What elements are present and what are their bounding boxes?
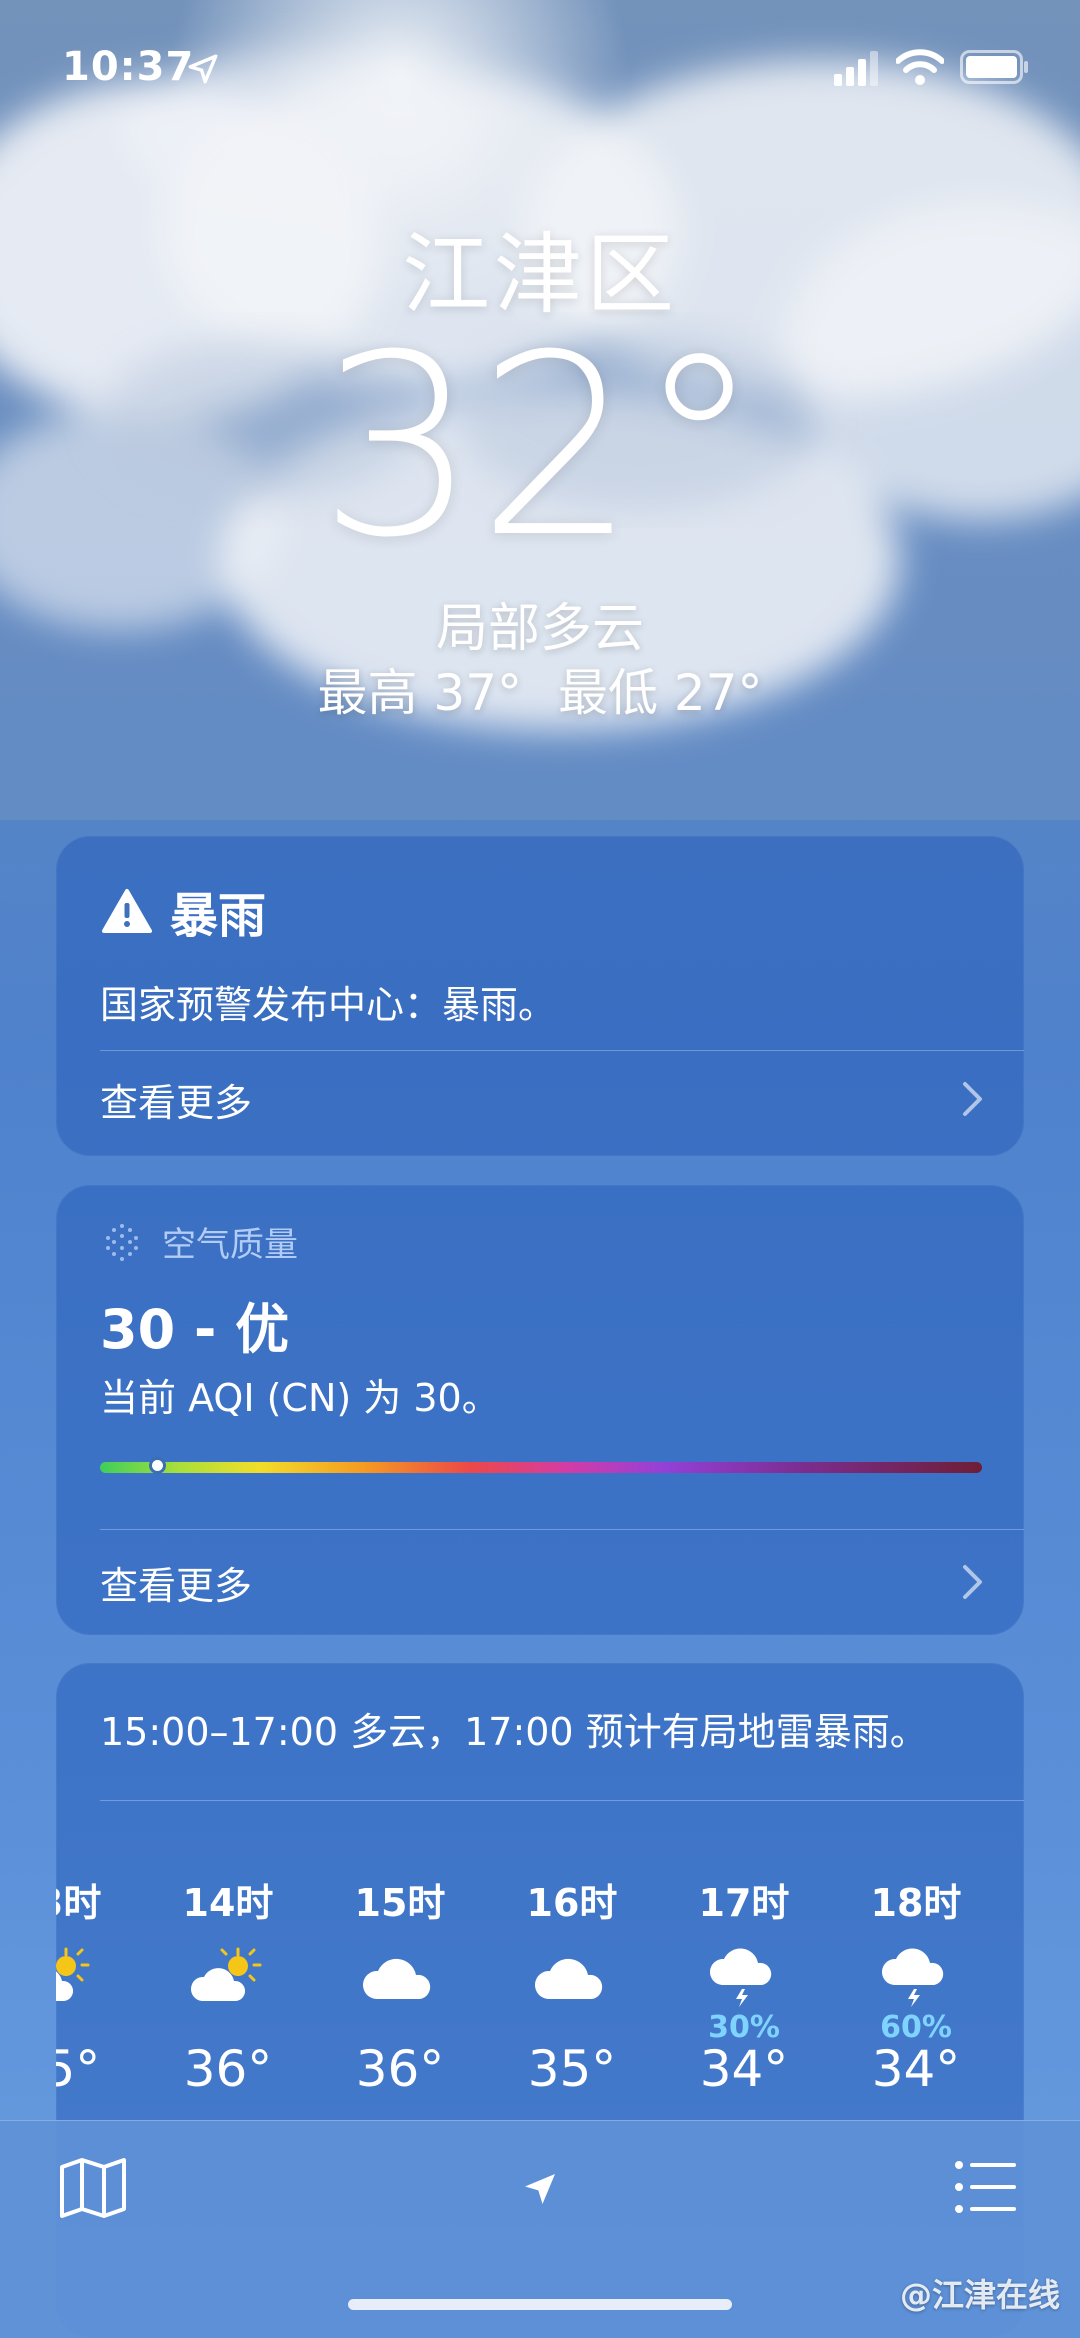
partly-sunny-icon [56,1933,96,2011]
alert-title: 暴雨 [102,876,266,946]
battery-icon [960,50,1028,84]
hour-label: 16时 [526,1881,618,1925]
watermark: @江津在线 [899,2276,1060,2314]
home-indicator[interactable] [348,2299,732,2310]
location-services-icon [188,54,218,84]
weather-alert-card[interactable]: 暴雨 国家预警发布中心：暴雨。 查看更多 [56,836,1024,1156]
bottom-toolbar: @江津在线 [0,2120,1080,2338]
hour-temp: 36° [183,2040,273,2098]
hour-icon-cell [56,1933,142,2033]
alert-see-more-row[interactable]: 查看更多 [100,1051,984,1147]
hour-label: 15时 [354,1881,446,1925]
alert-body: 国家预警发布中心：暴雨。 [100,983,557,1027]
hourly-item: 16时 35° [486,1873,658,2099]
partly-sunny-icon [188,1933,268,2011]
hour-temp: 34° [871,2040,961,2098]
hour-temp: 36° [355,2040,445,2098]
hourly-summary: 15:00–17:00 多云，17:00 预计有局地雷暴雨。 [100,1710,928,1754]
hour-label: 14时 [182,1881,274,1925]
hour-label: 17时 [698,1881,790,1925]
hour-icon-cell [486,1933,658,2033]
air-quality-card[interactable]: 空气质量 30 - 优 当前 AQI (CN) 为 30。 查看更多 [56,1185,1024,1635]
hour-icon-cell [142,1933,314,2033]
cellular-signal-icon [834,51,878,86]
hour-temp: 34° [699,2040,789,2098]
cloud-icon [532,1933,612,2011]
hour-label: 18时 [870,1881,962,1925]
hour-icon-cell: 60% [830,1933,1002,2045]
list-icon[interactable] [954,2159,1018,2215]
aqi-level-indicator [149,1457,167,1474]
thunderstorm-icon [704,1933,784,2011]
hour-icon-cell [314,1933,486,2033]
hour-temp: 35° [56,2040,101,2098]
condition-text: 局部多云 [435,599,644,659]
status-bar: 10:37 [0,0,1080,130]
chevron-right-icon [963,1565,982,1599]
hour-label: 13时 [56,1881,102,1925]
air-quality-header: 空气质量 [100,1217,298,1266]
status-time: 10:37 [62,44,195,90]
high-temp: 最高 37° [317,664,523,722]
aqi-see-more-row[interactable]: 查看更多 [100,1530,984,1634]
cloud-icon [360,1933,440,2011]
hourly-item: 13时 35° [56,1873,142,2099]
thunderstorm-icon [876,1933,956,2011]
hour-temp: 35° [527,2040,617,2098]
see-more-label: 查看更多 [100,1080,253,1125]
high-low-temps: 最高 37° 最低 27° [0,661,1080,725]
divider [100,1800,1024,1801]
current-temperature: 32° [318,301,762,592]
see-more-label: 查看更多 [100,1563,253,1608]
warning-icon [102,889,152,933]
location-arrow-icon[interactable] [520,2169,560,2209]
current-weather: 江津区 32° 局部多云 最高 37° 最低 27° [0,225,1080,725]
air-quality-icon [106,1223,138,1261]
hour-icon-cell: 30% [658,1933,830,2045]
air-quality-header-label: 空气质量 [162,1225,298,1265]
hourly-item: 17时 30% 34° [658,1873,830,2099]
hourly-forecast-scroller[interactable]: 13时35°14时36°15时36°16时35°17时30%34°18时60%3… [56,1873,1024,2113]
hourly-item: 14时 36° [142,1873,314,2099]
low-temp: 最低 27° [557,664,763,722]
hourly-item: 15时 36° [314,1873,486,2099]
aqi-value: 30 - 优 [100,1298,290,1361]
aqi-description: 当前 AQI (CN) 为 30。 [100,1376,500,1420]
aqi-scale-bar [100,1457,982,1474]
hourly-item: 18时 60% 34° [830,1873,1002,2099]
alert-title-text: 暴雨 [170,888,267,944]
chevron-right-icon [963,1082,982,1116]
wifi-icon [896,49,944,85]
map-icon[interactable] [58,2157,128,2219]
